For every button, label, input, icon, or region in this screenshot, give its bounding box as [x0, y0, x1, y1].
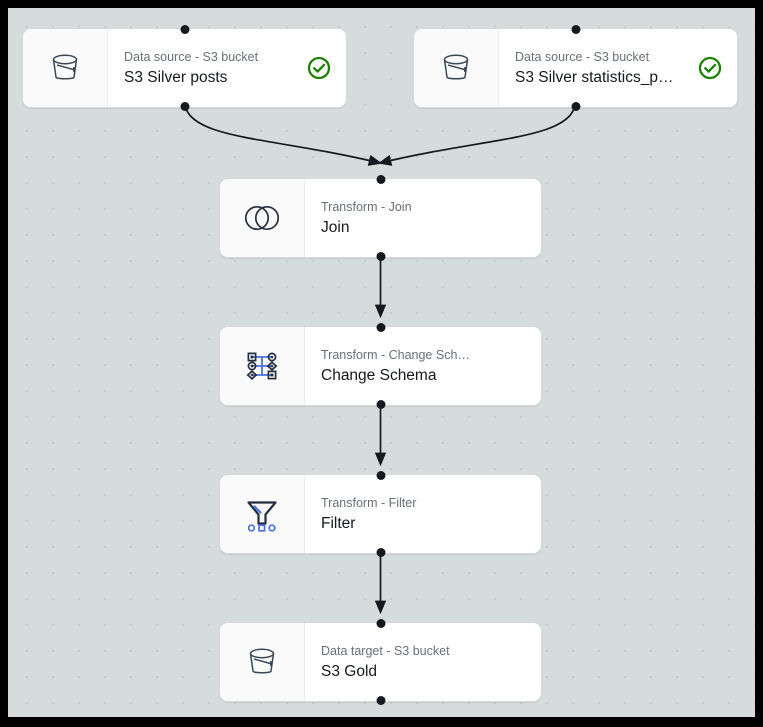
node-subtitle: Transform - Join — [321, 199, 412, 214]
node-subtitle: Data target - S3 bucket — [321, 643, 450, 658]
s3-bucket-icon — [249, 648, 275, 674]
node-input-port[interactable] — [376, 323, 385, 332]
node-output-port[interactable] — [571, 102, 580, 111]
s3-bucket-icon — [443, 54, 469, 80]
node-data-source-s3-silver-posts[interactable]: Data source - S3 bucket S3 Silver posts — [22, 25, 347, 111]
check-circle-icon — [698, 56, 722, 80]
node-transform-join[interactable]: Transform - Join Join — [219, 175, 542, 261]
node-subtitle: Data source - S3 bucket — [124, 49, 259, 64]
node-output-port[interactable] — [180, 102, 189, 111]
node-output-port[interactable] — [376, 252, 385, 261]
node-output-port[interactable] — [376, 696, 385, 705]
node-text: Data target - S3 bucket S3 Gold — [321, 644, 527, 681]
glue-visual-etl-screenshot: Data source - S3 bucket S3 Silver posts — [0, 0, 763, 727]
node-body: Transform - Join Join — [305, 179, 541, 257]
node-text: Data source - S3 bucket S3 Silver statis… — [515, 50, 689, 87]
node-data-source-s3-silver-statistics[interactable]: Data source - S3 bucket S3 Silver statis… — [413, 25, 738, 111]
node-icon-panel — [23, 29, 108, 107]
node-body: Data source - S3 bucket S3 Silver statis… — [499, 29, 737, 107]
node-body: Transform - Change Sch… Change Schema — [305, 327, 541, 405]
node-title: S3 Silver statistics_p… — [515, 68, 674, 86]
node-title: Join — [321, 218, 350, 236]
check-circle-icon — [307, 56, 331, 80]
node-text: Data source - S3 bucket S3 Silver posts — [124, 50, 298, 87]
node-transform-change-schema[interactable]: Transform - Change Sch… Change Schema — [219, 323, 542, 409]
node-data-target-s3-gold[interactable]: Data target - S3 bucket S3 Gold — [219, 619, 542, 705]
filter-icon — [247, 501, 277, 532]
node-body: Data target - S3 bucket S3 Gold — [305, 623, 541, 701]
node-input-port[interactable] — [376, 175, 385, 184]
node-subtitle: Data source - S3 bucket — [515, 49, 650, 64]
node-status-badge — [306, 55, 332, 81]
node-input-port[interactable] — [571, 25, 580, 34]
node-icon-panel — [220, 475, 305, 553]
node-icon-panel — [220, 623, 305, 701]
change-schema-icon — [246, 352, 278, 380]
join-icon — [244, 205, 280, 231]
node-text: Transform - Change Sch… Change Schema — [321, 348, 527, 385]
node-input-port[interactable] — [376, 471, 385, 480]
node-body: Data source - S3 bucket S3 Silver posts — [108, 29, 346, 107]
node-icon-panel — [220, 327, 305, 405]
node-body: Transform - Filter Filter — [305, 475, 541, 553]
node-output-port[interactable] — [376, 400, 385, 409]
s3-bucket-icon — [52, 54, 78, 80]
node-title: S3 Gold — [321, 662, 378, 680]
edge-source-statistics-to-join — [377, 99, 577, 166]
node-icon-panel — [414, 29, 499, 107]
node-title: Change Schema — [321, 366, 437, 384]
node-transform-filter[interactable]: Transform - Filter Filter — [219, 471, 542, 557]
edge-source-posts-to-join — [183, 99, 383, 166]
node-subtitle: Transform - Filter — [321, 495, 417, 510]
node-icon-panel — [220, 179, 305, 257]
node-input-port[interactable] — [376, 619, 385, 628]
node-text: Transform - Filter Filter — [321, 496, 527, 533]
node-status-badge — [697, 55, 723, 81]
etl-canvas[interactable]: Data source - S3 bucket S3 Silver posts — [8, 8, 755, 717]
node-output-port[interactable] — [376, 548, 385, 557]
node-subtitle: Transform - Change Sch… — [321, 347, 470, 362]
node-title: Filter — [321, 514, 356, 532]
node-text: Transform - Join Join — [321, 200, 527, 237]
node-input-port[interactable] — [180, 25, 189, 34]
node-title: S3 Silver posts — [124, 68, 228, 86]
